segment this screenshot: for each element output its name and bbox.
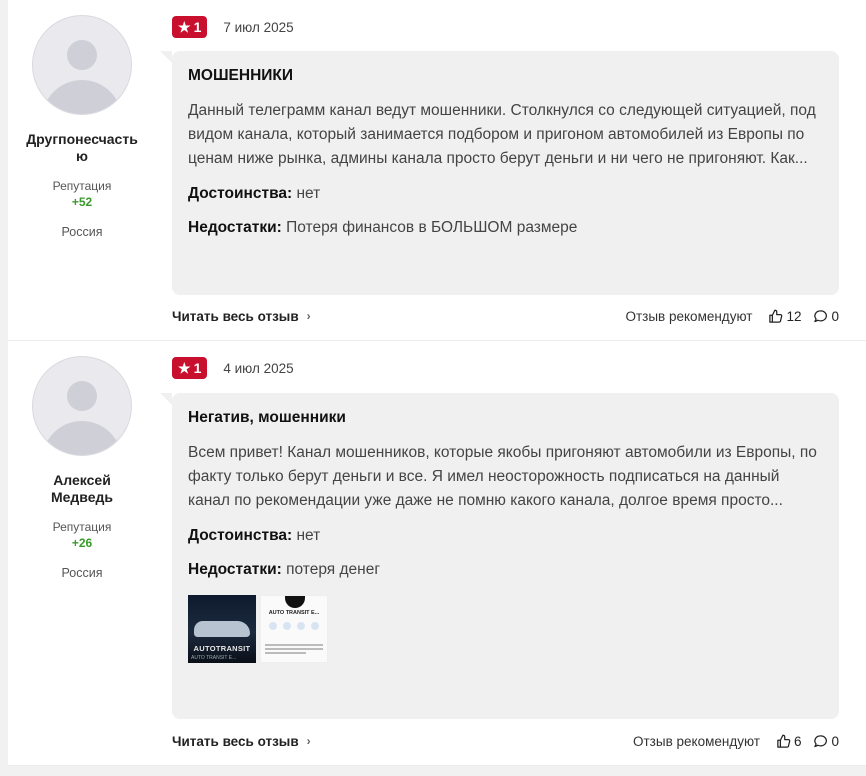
review-text: Всем привет! Канал мошенников, которые я…: [188, 444, 817, 509]
cons-label: Недостатки:: [188, 219, 282, 236]
thumbs-up-icon: [777, 734, 791, 748]
reputation-label: Репутация: [52, 520, 112, 534]
recommend-label: Отзыв рекомендуют: [625, 308, 753, 324]
review-attachments: AUTOTRANSIT AUTO TRANSIT E... AUTO TRANS…: [188, 595, 823, 663]
avatar[interactable]: [32, 356, 132, 456]
star-icon: ★: [178, 18, 191, 35]
review-author: Другпонесчастью Репутация +52 Россия: [8, 0, 156, 239]
review-cons: Недостатки: потеря денег: [188, 561, 823, 579]
pros-value: нет: [296, 527, 321, 544]
pros-label: Достоинства:: [188, 185, 293, 202]
rating-badge: ★ 1: [172, 357, 208, 379]
star-icon: ★: [178, 359, 191, 376]
chevron-right-icon: ›: [306, 734, 311, 748]
comment-icon: [814, 734, 828, 747]
thumbnail-caption: AUTO TRANSIT E...: [268, 610, 320, 616]
cons-value: потеря денег: [286, 561, 380, 578]
review-meta: ★ 1 7 июл 2025: [172, 16, 294, 38]
chevron-right-icon: ›: [306, 309, 311, 323]
review-date: 7 июл 2025: [223, 19, 294, 35]
reputation-label: Репутация: [52, 179, 112, 193]
author-name[interactable]: Другпонесчастью: [24, 131, 140, 165]
review-meta: ★ 1 4 июл 2025: [172, 357, 294, 379]
review-author: Алексей Медведь Репутация +26 Россия: [8, 341, 156, 580]
review-bubble: Негатив, мошенники Всем привет! Канал мо…: [160, 393, 839, 719]
review-text: Данный телеграмм канал ведут мошенники. …: [188, 102, 816, 167]
read-more-label: Читать весь отзыв: [172, 308, 299, 324]
thumbnail-subcaption: AUTO TRANSIT E...: [191, 655, 237, 661]
comments-button[interactable]: 0: [813, 734, 839, 749]
read-full-review-link[interactable]: Читать весь отзыв ›: [172, 734, 311, 749]
comments-count: 0: [831, 733, 839, 749]
review-card: Другпонесчастью Репутация +52 Россия ★ 1…: [8, 0, 866, 341]
review-pros: Достоинства: нет: [188, 527, 823, 545]
comment-icon: [814, 309, 828, 322]
thumbnail-caption: AUTOTRANSIT: [193, 644, 251, 653]
pros-label: Достоинства:: [188, 527, 293, 544]
review-title[interactable]: Негатив, мошенники: [188, 409, 823, 427]
like-button[interactable]: 12: [768, 309, 801, 324]
likes-count: 12: [786, 308, 802, 324]
avatar[interactable]: [32, 15, 132, 115]
author-country: Россия: [61, 225, 103, 239]
cons-value: Потеря финансов в БОЛЬШОМ размере: [286, 219, 578, 236]
like-button[interactable]: 6: [776, 733, 802, 749]
author-name[interactable]: Алексей Медведь: [24, 472, 140, 506]
reviews-feed: Другпонесчастью Репутация +52 Россия ★ 1…: [8, 0, 866, 766]
comments-button[interactable]: 0: [813, 309, 839, 324]
cons-label: Недостатки:: [188, 561, 282, 578]
read-more-label: Читать весь отзыв: [172, 733, 299, 749]
attachment-thumbnail[interactable]: AUTOTRANSIT AUTO TRANSIT E...: [188, 595, 256, 663]
review-footer: Читать весь отзыв › Отзыв рекомендуют 6 …: [172, 731, 839, 751]
comments-count: 0: [831, 308, 839, 324]
review-title[interactable]: МОШЕННИКИ: [188, 67, 823, 85]
rating-value: 1: [193, 360, 202, 376]
reputation-value: +26: [71, 536, 93, 550]
pros-value: нет: [296, 185, 321, 202]
thumbs-up-icon: [769, 309, 783, 323]
likes-count: 6: [793, 733, 802, 749]
review-date: 4 июл 2025: [223, 360, 294, 376]
reputation-value: +52: [71, 195, 93, 209]
review-cons: Недостатки: Потеря финансов в БОЛЬШОМ ра…: [188, 219, 823, 237]
review-bubble: МОШЕННИКИ Данный телеграмм канал ведут м…: [160, 51, 839, 295]
review-card: Алексей Медведь Репутация +26 Россия ★ 1…: [8, 341, 866, 766]
read-full-review-link[interactable]: Читать весь отзыв ›: [172, 309, 311, 324]
rating-value: 1: [193, 19, 202, 35]
recommend-label: Отзыв рекомендуют: [633, 733, 760, 749]
attachment-thumbnail[interactable]: AUTO TRANSIT E...: [260, 595, 328, 663]
rating-badge: ★ 1: [172, 16, 208, 38]
review-pros: Достоинства: нет: [188, 185, 823, 203]
review-footer: Читать весь отзыв › Отзыв рекомендуют 12…: [172, 306, 839, 326]
author-country: Россия: [61, 566, 103, 580]
